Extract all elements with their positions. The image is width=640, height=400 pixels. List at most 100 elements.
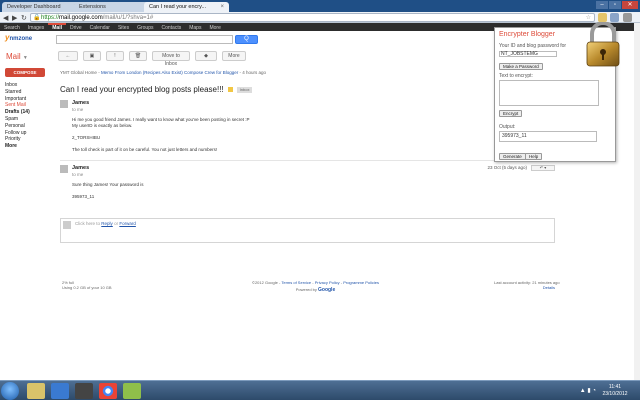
wrench-menu-icon[interactable]: [623, 13, 632, 22]
google-logo: Google: [318, 287, 336, 293]
output-field[interactable]: 395973_11: [499, 131, 597, 142]
sender-name[interactable]: James: [72, 165, 89, 171]
footer-links: ©2012 Google - Terms of Service - Privac…: [252, 280, 379, 293]
gbar-sites[interactable]: Sites: [114, 24, 133, 32]
reply-button[interactable]: ↶ ▾: [531, 165, 555, 171]
gbar-more[interactable]: More: [205, 24, 224, 32]
forward-arrow-icon[interactable]: ▶: [12, 14, 17, 22]
recipient-line[interactable]: to me: [72, 107, 83, 112]
forward-link[interactable]: Forward: [119, 221, 136, 226]
tab-label: Developer Dashboard: [7, 4, 61, 10]
generate-button[interactable]: Generate: [499, 153, 526, 160]
page-scrollbar[interactable]: [634, 23, 640, 380]
body-line: Sure thing James! Your password is: [72, 182, 144, 187]
sidebar-item-important[interactable]: Important: [5, 96, 50, 103]
thread-subject: Can I read your encrypted blog posts ple…: [60, 85, 253, 94]
gbar-mail[interactable]: Mail: [48, 23, 66, 32]
camera-app-icon[interactable]: [75, 383, 93, 399]
avatar: [60, 165, 68, 173]
report-spam-button[interactable]: !: [106, 51, 124, 61]
system-tray[interactable]: ▲ ▮ ◔: [580, 387, 596, 394]
maximize-button[interactable]: ▫: [609, 1, 621, 9]
sender-name[interactable]: James: [72, 100, 89, 106]
move-to-inbox-button[interactable]: Move to Inbox: [152, 51, 190, 67]
message-date: 23 Oct (5 days ago): [487, 165, 527, 170]
breadcrumb-link[interactable]: Memo From London (Recipes Also Exist) Co…: [101, 70, 238, 75]
body-line: 395973_11: [72, 194, 95, 199]
gbar-contacts[interactable]: Contacts: [157, 24, 185, 32]
encrypt-button[interactable]: Encrypt: [499, 110, 523, 117]
clock[interactable]: 11:41 23/10/2012: [600, 384, 630, 398]
reply-box[interactable]: Click here to Reply or Forward: [60, 218, 555, 243]
sidebar-item-starred[interactable]: Starred: [5, 89, 50, 96]
recipient-line[interactable]: to me: [72, 172, 83, 177]
sidebar-item-sent-mail[interactable]: Sent Mail: [5, 102, 50, 109]
sidebar-item-drafts[interactable]: Drafts (14): [5, 109, 50, 116]
breadcrumb: YMT Global Home - Memo From London (Reci…: [60, 70, 267, 75]
sidebar-item-spam[interactable]: Spam: [5, 116, 50, 123]
message-2: James to me 23 Oct (5 days ago) ↶ ▾ Sure…: [60, 165, 555, 210]
tab-developer-dashboard[interactable]: Developer Dashboard ×: [2, 2, 82, 12]
tab-label: Can I read your encry...: [149, 4, 207, 10]
encrypter-extension-icon[interactable]: [598, 13, 607, 22]
terms-link[interactable]: Terms of Service: [281, 280, 311, 285]
back-to-inbox-button[interactable]: ←: [58, 51, 78, 61]
minimize-button[interactable]: –: [596, 1, 608, 9]
sidebar-item-inbox[interactable]: Inbox: [5, 82, 50, 89]
text-to-encrypt-field[interactable]: [499, 80, 599, 106]
inbox-label-chip[interactable]: Inbox: [236, 86, 253, 93]
search-button[interactable]: Q: [235, 35, 258, 44]
media-player-app-icon[interactable]: [51, 383, 69, 399]
close-icon[interactable]: ×: [220, 4, 224, 10]
important-marker-icon[interactable]: [227, 87, 233, 93]
message-action-bar: ← ▣ ! 🗑 Move to Inbox ◆ More: [58, 51, 246, 67]
address-bar[interactable]: 🔒 https://mail.google.com/mail/u/1/?shva…: [30, 13, 595, 22]
body-line: Hi me you good friend James. I really wa…: [72, 117, 250, 122]
gbar-drive[interactable]: Drive: [66, 24, 86, 32]
window-controls: – ▫ ✕: [596, 1, 638, 9]
compose-button[interactable]: COMPOSE: [5, 68, 45, 77]
sidebar: Inbox Starred Important Sent Mail Drafts…: [5, 82, 50, 150]
tab-gmail-message[interactable]: Can I read your encry... ×: [144, 2, 229, 12]
gbar-groups[interactable]: Groups: [133, 24, 157, 32]
ymzone-logo[interactable]: ynmzone: [5, 33, 33, 45]
windows-taskbar: ▲ ▮ ◔ 11:41 23/10/2012: [0, 380, 640, 400]
gbar-maps[interactable]: Maps: [185, 24, 205, 32]
url-host: mail.google.com: [59, 15, 103, 21]
more-actions-button[interactable]: More: [222, 51, 246, 61]
search-input[interactable]: [56, 35, 233, 44]
browser-tab-strip: Developer Dashboard × Extensions × Can I…: [0, 0, 640, 12]
id-label: Your ID and blog password for: [499, 43, 567, 49]
labels-button[interactable]: ◆: [195, 51, 217, 61]
sidebar-item-more[interactable]: More: [5, 143, 50, 150]
id-field[interactable]: NT_JOBSTEMG: [499, 51, 557, 57]
app-icon[interactable]: [123, 383, 141, 399]
chrome-app-icon[interactable]: [99, 383, 117, 399]
browser-toolbar: ◀ ▶ ↻ 🔒 https://mail.google.com/mail/u/1…: [0, 12, 640, 23]
details-link[interactable]: Details: [494, 285, 555, 290]
lock-icon: 🔒: [33, 15, 41, 21]
sidebar-item-personal[interactable]: Personal: [5, 123, 50, 130]
help-button[interactable]: Help: [525, 153, 543, 160]
privacy-link[interactable]: Privacy Policy: [315, 280, 340, 285]
gbar-images[interactable]: Images: [24, 24, 48, 32]
programme-policies-link[interactable]: Programme Policies: [343, 280, 379, 285]
window-close-button[interactable]: ✕: [622, 1, 638, 9]
reply-link[interactable]: Reply: [101, 221, 113, 226]
start-button[interactable]: [1, 382, 19, 400]
archive-button[interactable]: ▣: [83, 51, 101, 61]
sidebar-item-follow-up[interactable]: Follow up: [5, 130, 50, 137]
gbar-search[interactable]: Search: [0, 24, 24, 32]
back-arrow-icon[interactable]: ◀: [3, 14, 8, 22]
sidebar-item-priority[interactable]: Priority: [5, 136, 50, 143]
bookmark-star-icon[interactable]: ☆: [586, 14, 591, 22]
tab-extensions[interactable]: Extensions ×: [74, 2, 154, 12]
gbar-calendar[interactable]: Calendar: [86, 24, 114, 32]
reload-icon[interactable]: ↻: [21, 14, 27, 22]
make-password-button[interactable]: Make a Password: [499, 63, 543, 70]
explorer-app-icon[interactable]: [27, 383, 45, 399]
delete-button[interactable]: 🗑: [129, 51, 147, 61]
mail-dropdown[interactable]: Mail ▼: [6, 52, 28, 61]
tab-label: Extensions: [79, 4, 106, 10]
extension-icon[interactable]: [610, 13, 619, 22]
